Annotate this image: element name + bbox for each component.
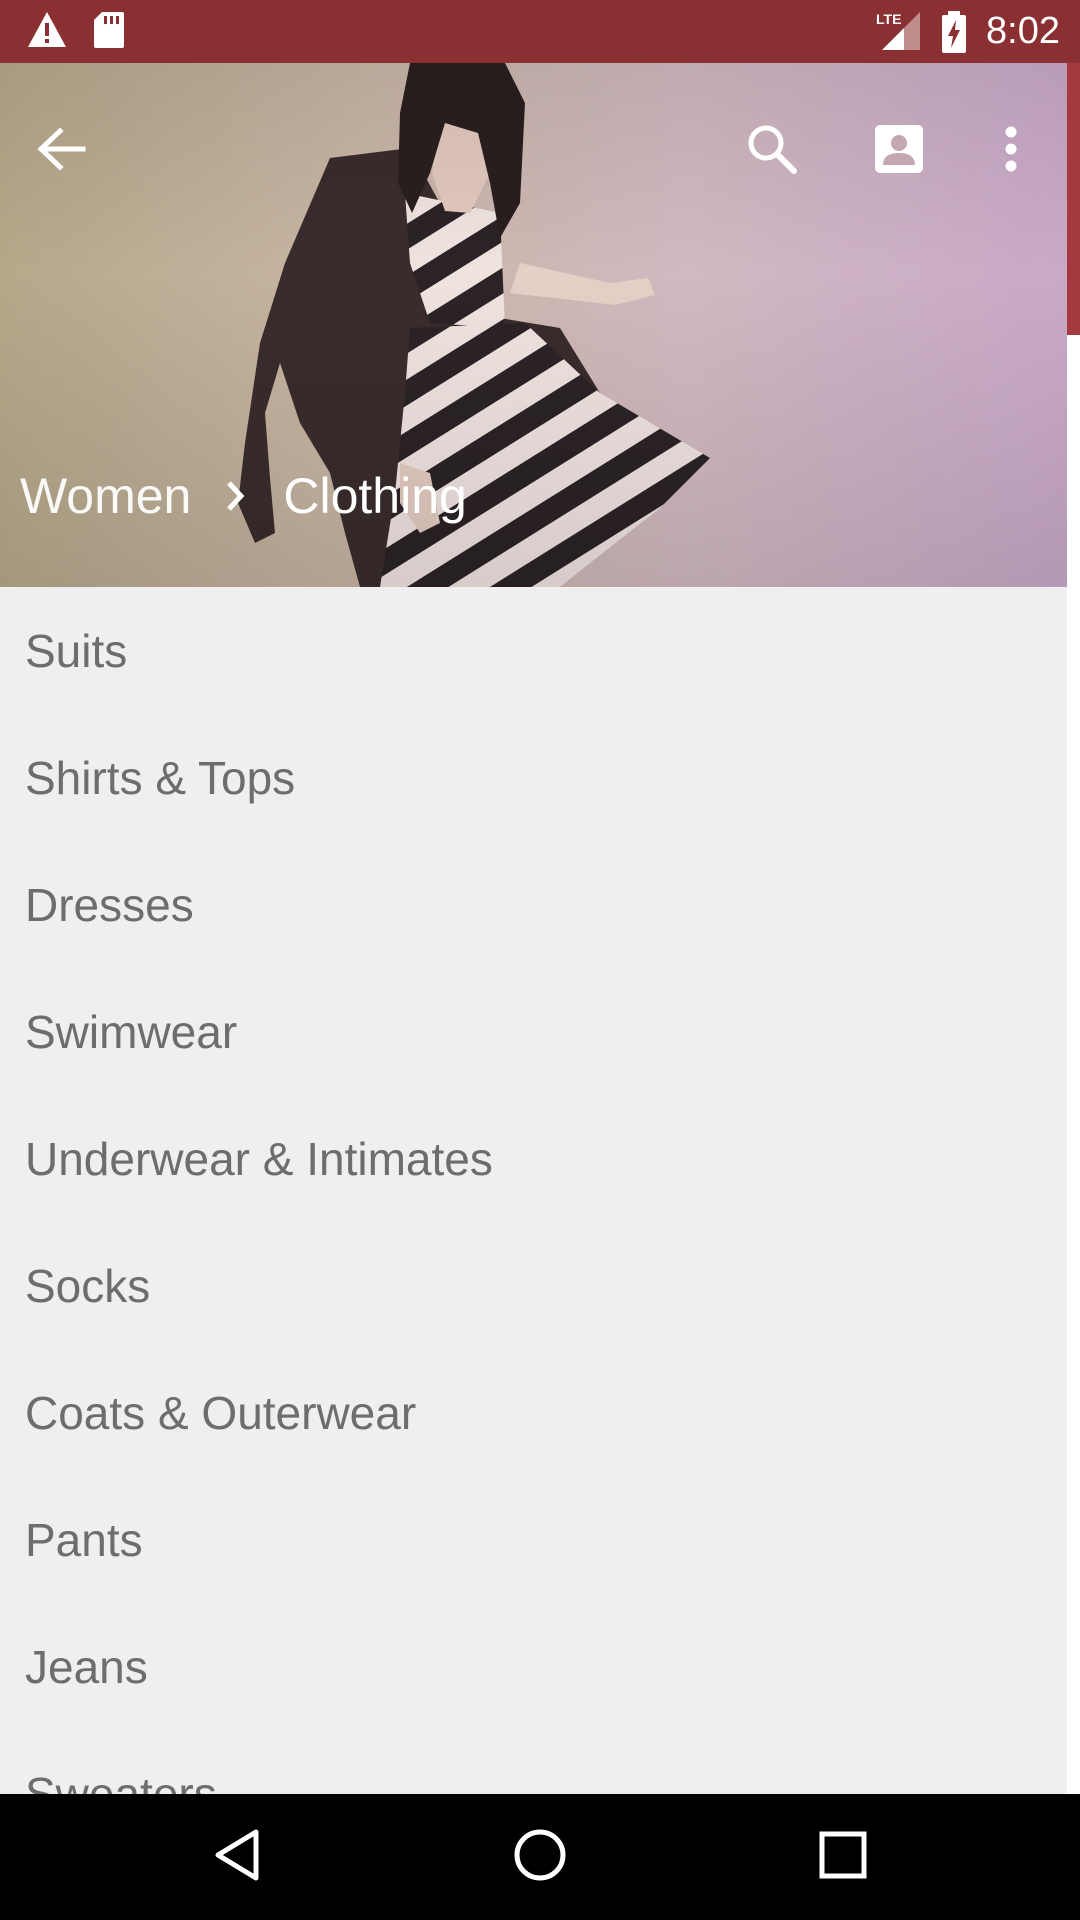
sd-card-icon (92, 10, 126, 55)
lte-label: LTE (876, 11, 901, 27)
category-item-swimwear[interactable]: Swimwear (0, 968, 1067, 1095)
nav-recents-button[interactable] (803, 1819, 883, 1895)
account-button[interactable] (856, 108, 942, 194)
breadcrumb-parent[interactable]: Women (20, 467, 191, 525)
category-item-pants[interactable]: Pants (0, 1476, 1067, 1603)
nav-back-icon (213, 1828, 261, 1887)
category-item-dresses[interactable]: Dresses (0, 841, 1067, 968)
category-item-socks[interactable]: Socks (0, 1222, 1067, 1349)
category-item-sweaters[interactable]: Sweaters (0, 1730, 1067, 1795)
nav-back-button[interactable] (197, 1819, 277, 1895)
warning-icon (26, 10, 68, 55)
status-bar: LTE 8:02 (0, 0, 1080, 63)
navigation-bar (0, 1794, 1080, 1920)
more-vert-icon (1004, 126, 1018, 177)
nav-home-button[interactable] (500, 1819, 580, 1895)
search-button[interactable] (729, 108, 815, 194)
back-button[interactable] (18, 108, 104, 194)
breadcrumb: Women Clothing (20, 466, 467, 526)
arrow-back-icon (36, 126, 86, 176)
account-box-icon (874, 124, 924, 179)
overflow-menu-button[interactable] (968, 108, 1054, 194)
category-item-suits[interactable]: Suits (0, 587, 1067, 714)
breadcrumb-current: Clothing (283, 468, 467, 524)
hero-header: Women Clothing (0, 63, 1067, 587)
status-time: 8:02 (986, 10, 1060, 52)
category-item-underwear-intimates[interactable]: Underwear & Intimates (0, 1095, 1067, 1222)
category-item-coats-outerwear[interactable]: Coats & Outerwear (0, 1349, 1067, 1476)
battery-charging-icon (940, 11, 968, 58)
nav-recents-icon (819, 1831, 867, 1884)
chevron-right-icon (225, 480, 245, 512)
right-edge-accent (1067, 63, 1080, 335)
app-screen: LTE 8:02 Women Clothing Suits Shirts & T… (0, 0, 1080, 1920)
search-icon (746, 123, 798, 180)
category-item-jeans[interactable]: Jeans (0, 1603, 1067, 1730)
lte-signal-icon: LTE (874, 10, 922, 57)
category-item-shirts-tops[interactable]: Shirts & Tops (0, 714, 1067, 841)
category-list: Suits Shirts & Tops Dresses Swimwear Und… (0, 587, 1067, 1795)
nav-home-icon (513, 1828, 567, 1887)
